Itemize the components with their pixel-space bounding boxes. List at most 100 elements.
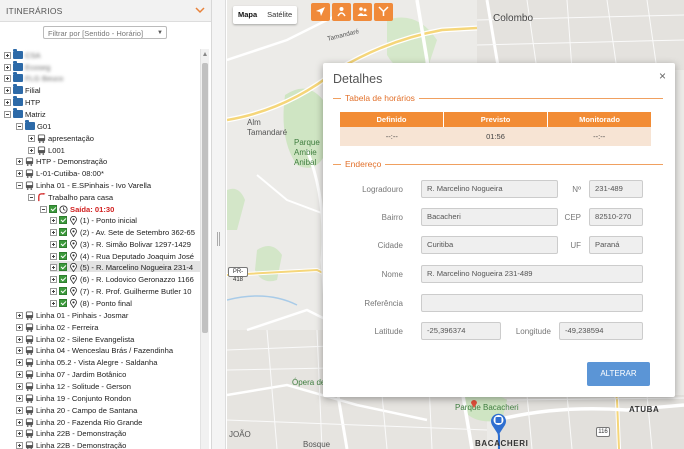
panel-splitter[interactable] (212, 0, 226, 449)
tree-item-linha[interactable]: Linha 01 - Pinhais - Josmar (16, 309, 128, 320)
referencia-field[interactable] (421, 294, 643, 312)
tree-item-l01[interactable]: L-01-Cutiiba- 08:00* (16, 167, 104, 178)
collapse-icon[interactable] (28, 193, 35, 201)
expand-icon[interactable] (16, 346, 23, 354)
bairro-field[interactable]: Bacacheri (421, 208, 558, 226)
cep-field[interactable]: 82510-270 (589, 208, 643, 226)
map-type-satellite[interactable]: Satélite (262, 6, 297, 24)
pin-tool-button[interactable] (332, 3, 351, 21)
tree-point[interactable]: (4) - Rua Deputado Joaquim José (50, 250, 194, 261)
chevron-down-icon[interactable] (194, 4, 206, 16)
route-tool-button[interactable] (374, 3, 393, 21)
expand-icon[interactable] (16, 335, 23, 343)
tree-item-htp[interactable]: HTP (4, 96, 40, 107)
checkbox-icon[interactable] (59, 240, 67, 248)
alterar-button[interactable]: ALTERAR (587, 362, 650, 386)
checkbox-icon[interactable] (59, 299, 67, 307)
uf-field[interactable]: Paraná (589, 236, 643, 254)
tree-point-selected[interactable]: (5) - R. Marcelino Nogueira 231-4 (50, 261, 200, 272)
latitude-field[interactable]: -25,396374 (421, 322, 501, 340)
checkbox-icon[interactable] (49, 205, 57, 213)
expand-icon[interactable] (4, 98, 11, 106)
tree-item-saida[interactable]: Saída: 01:30 (40, 203, 114, 214)
scroll-up-icon[interactable] (203, 52, 207, 56)
tree-item-htp-demo[interactable]: HTP - Demonstração (16, 155, 107, 166)
tree-item-linha[interactable]: Linha 04 - Wenceslau Brás / Fazendinha (16, 344, 173, 355)
collapse-icon[interactable] (4, 110, 11, 118)
expand-icon[interactable] (4, 86, 11, 94)
tree-item-linha[interactable]: Linha 12 - Solitude - Gerson (16, 380, 131, 391)
tree-point[interactable]: (6) - R. Lodovico Geronazzo 1166 (50, 273, 194, 284)
tree-item-l001[interactable]: L001 (28, 144, 65, 155)
expand-icon[interactable] (16, 370, 23, 378)
tree-point[interactable]: (3) - R. Simão Bolivar 1297-1429 (50, 238, 191, 249)
checkbox-icon[interactable] (59, 263, 67, 271)
expand-icon[interactable] (4, 51, 11, 59)
collapse-icon[interactable] (16, 181, 23, 189)
tree-item-linha[interactable]: Linha 02 - Silene Evangelista (16, 333, 134, 344)
expand-icon[interactable] (16, 406, 23, 414)
collapse-icon[interactable] (16, 122, 23, 130)
expand-icon[interactable] (50, 287, 57, 295)
expand-icon[interactable] (50, 275, 57, 283)
cidade-field[interactable]: Curitiba (421, 236, 558, 254)
expand-icon[interactable] (50, 252, 57, 260)
schedule-filter-select[interactable]: Filtrar por [Sentido - Horário] ▼ (43, 26, 167, 39)
nome-field[interactable]: R. Marcelino Nogueira 231-489 (421, 265, 643, 283)
tree-item-linha[interactable]: Linha 05.2 - Vista Alegre - Saldanha (16, 356, 157, 367)
tree-point[interactable]: (8) - Ponto final (50, 297, 132, 308)
checkbox-icon[interactable] (59, 275, 67, 283)
numero-field[interactable]: 231-489 (589, 180, 643, 198)
users-tool-button[interactable] (353, 3, 372, 21)
expand-icon[interactable] (4, 63, 11, 71)
expand-icon[interactable] (16, 323, 23, 331)
tree-item-linha[interactable]: Linha 07 - Jardim Botânico (16, 368, 126, 379)
expand-icon[interactable] (16, 418, 23, 426)
tree-item-linha[interactable]: Linha 22B - Demonstração (16, 427, 126, 438)
logradouro-field[interactable]: R. Marcelino Nogueira (421, 180, 558, 198)
tree-point[interactable]: (2) - Av. Sete de Setembro 362-65 (50, 226, 195, 237)
expand-icon[interactable] (16, 311, 23, 319)
tree-item-linha[interactable]: Linha 20 - Campo de Santana (16, 404, 137, 415)
expand-icon[interactable] (16, 169, 23, 177)
checkbox-icon[interactable] (59, 252, 67, 260)
tree-item[interactable]: Ecoseg (4, 61, 50, 72)
expand-icon[interactable] (16, 382, 23, 390)
collapse-icon[interactable] (40, 205, 47, 213)
tree-item-g01[interactable]: G01 (16, 120, 51, 131)
expand-icon[interactable] (16, 358, 23, 366)
tree-item-apresentacao[interactable]: apresentação (28, 132, 94, 143)
tree-scrollbar[interactable] (200, 49, 209, 449)
tree-item-filial[interactable]: Filial (4, 84, 41, 95)
expand-icon[interactable] (16, 441, 23, 449)
expand-icon[interactable] (4, 74, 11, 82)
expand-icon[interactable] (16, 429, 23, 437)
checkbox-icon[interactable] (59, 287, 67, 295)
tree-item-linha[interactable]: Linha 22B - Demonstração (16, 439, 126, 449)
expand-icon[interactable] (50, 263, 57, 271)
expand-icon[interactable] (50, 216, 57, 224)
tree-item[interactable]: CSA (4, 49, 41, 60)
drag-handle-icon[interactable] (217, 232, 220, 246)
tree-item-linha[interactable]: Linha 02 - Ferreira (16, 321, 98, 332)
expand-icon[interactable] (50, 228, 57, 236)
expand-icon[interactable] (16, 394, 23, 402)
scrollbar-thumb[interactable] (202, 63, 208, 333)
navigate-button[interactable] (311, 3, 330, 21)
tree-item-linha01[interactable]: Linha 01 - E.SPinhais - Ivo Varella (16, 179, 151, 190)
longitude-field[interactable]: -49,238594 (559, 322, 643, 340)
tree-item-matriz[interactable]: Matriz (4, 108, 46, 119)
tree-point[interactable]: (1) - Ponto inicial (50, 214, 137, 225)
map-type-map[interactable]: Mapa (233, 6, 262, 24)
checkbox-icon[interactable] (59, 228, 67, 236)
bus-stop-marker-icon[interactable] (490, 412, 507, 436)
expand-icon[interactable] (28, 146, 35, 154)
expand-icon[interactable] (28, 134, 35, 142)
checkbox-icon[interactable] (59, 216, 67, 224)
tree-point[interactable]: (7) - R. Prof. Guilherme Butler 10 (50, 285, 191, 296)
tree-item-trabalho[interactable]: Trabalho para casa (28, 191, 113, 202)
tree-item-linha[interactable]: Linha 19 - Conjunto Rondon (16, 392, 131, 403)
tree-item[interactable]: FLG Beuco (4, 72, 63, 83)
expand-icon[interactable] (50, 299, 57, 307)
close-icon[interactable]: × (659, 69, 666, 83)
